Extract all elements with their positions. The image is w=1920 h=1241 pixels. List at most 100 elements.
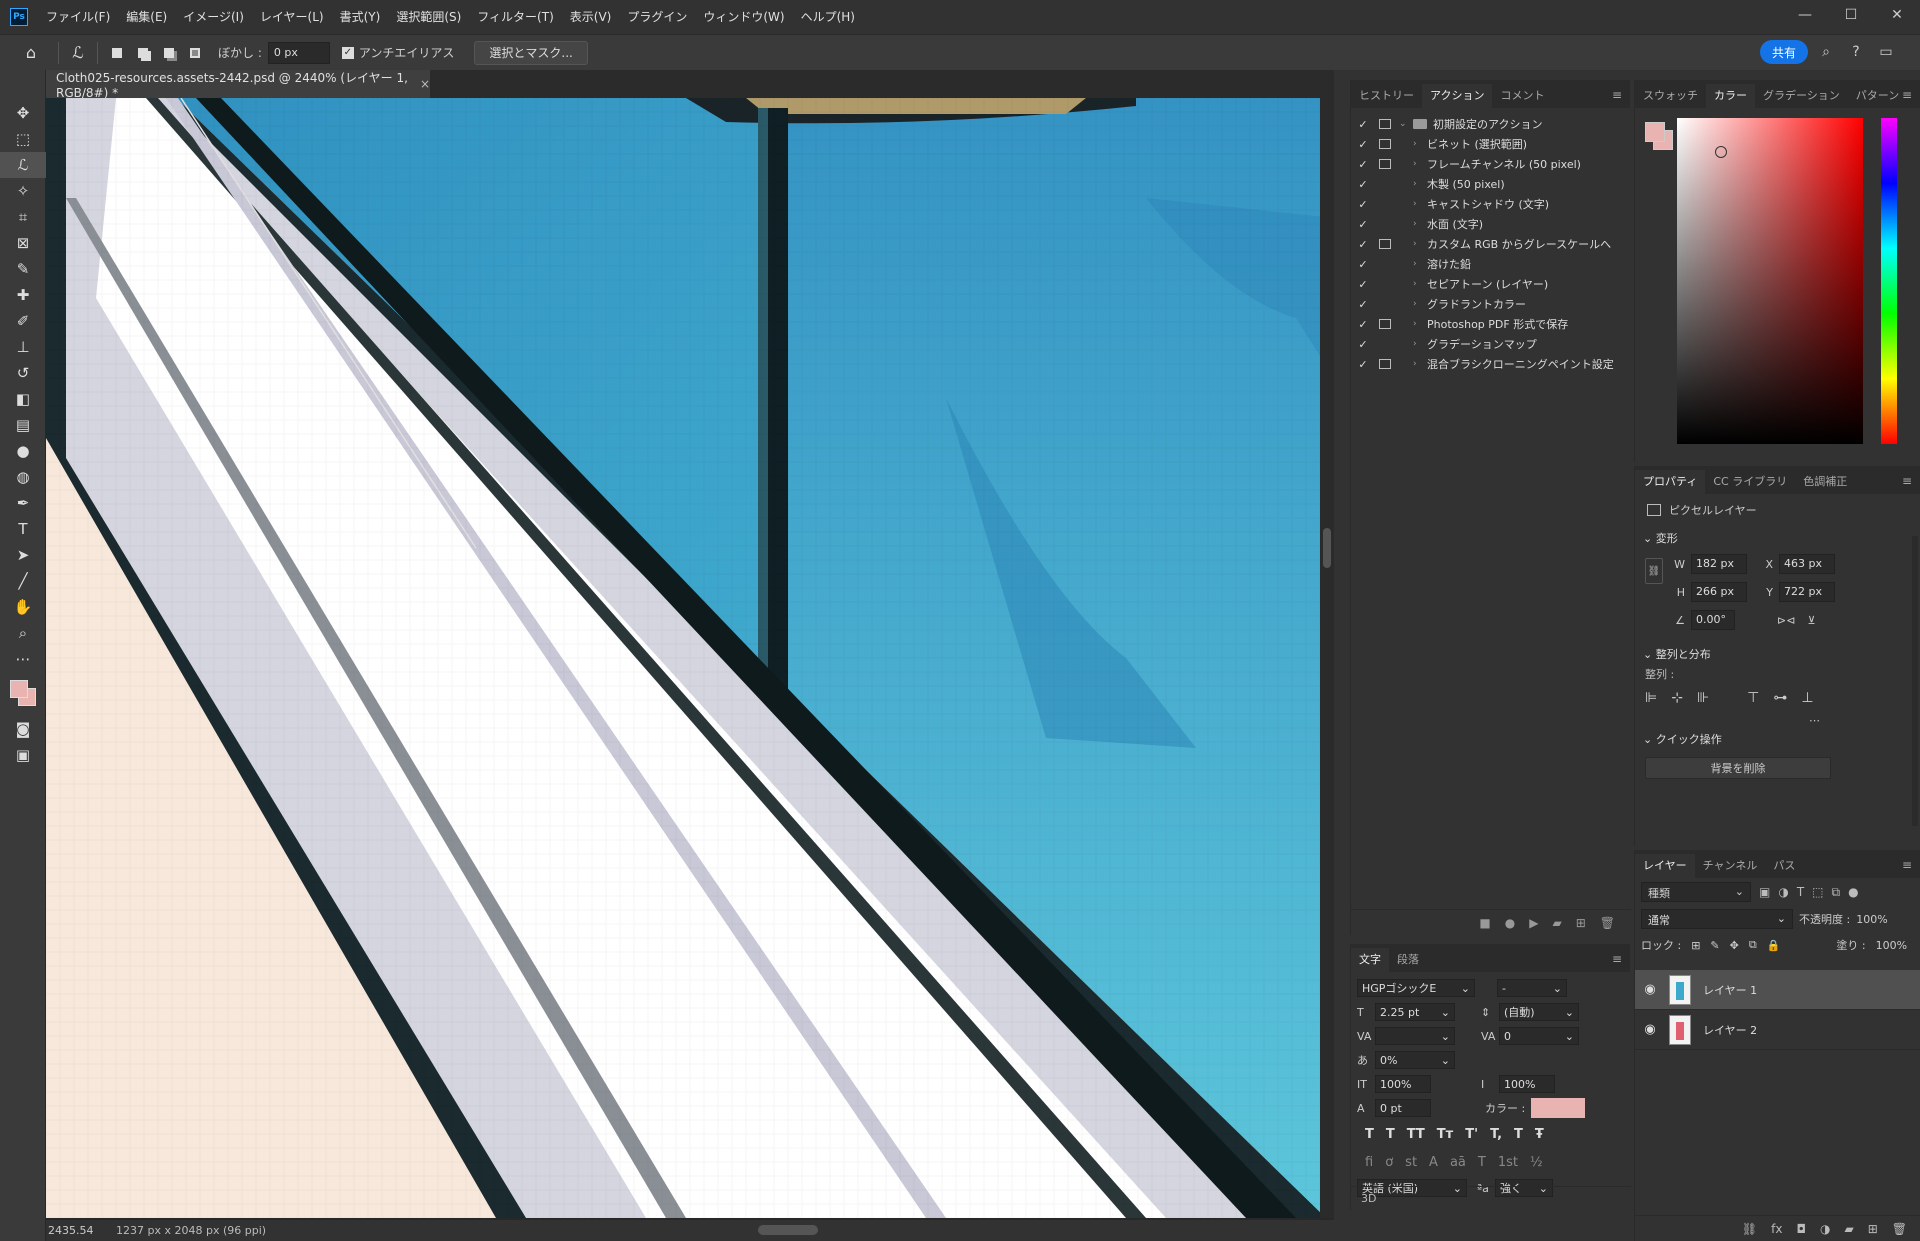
tab-history[interactable]: ヒストリー <box>1351 84 1422 108</box>
dialog-toggle-icon[interactable] <box>1379 299 1391 309</box>
menu-type[interactable]: 書式(Y) <box>332 0 389 34</box>
chevron-down-icon[interactable]: ⌄ <box>1399 119 1413 129</box>
panel-menu-icon[interactable]: ≡ <box>1902 474 1912 488</box>
dialog-toggle-icon[interactable] <box>1379 159 1391 169</box>
layer-row[interactable]: ◉ レイヤー 1 <box>1635 970 1920 1010</box>
horizontal-scrollbar[interactable] <box>758 1225 818 1235</box>
lasso-preset-icon[interactable]: ℒ <box>65 40 91 66</box>
menu-image[interactable]: イメージ(I) <box>175 0 252 34</box>
healing-brush-tool-icon[interactable]: ✚ <box>0 282 46 308</box>
action-item[interactable]: ✓ › カスタム RGB からグレースケールへ <box>1351 234 1630 254</box>
chevron-right-icon[interactable]: › <box>1413 199 1427 209</box>
panel-menu-icon[interactable]: ≡ <box>1612 88 1622 102</box>
ordinal-icon[interactable]: 1st <box>1498 1155 1518 1170</box>
clone-stamp-tool-icon[interactable]: ⊥ <box>0 334 46 360</box>
filter-toggle-icon[interactable]: ● <box>1848 885 1858 899</box>
magic-wand-tool-icon[interactable]: ✧ <box>0 178 46 204</box>
new-group-icon[interactable]: ▰ <box>1844 1222 1853 1236</box>
history-brush-tool-icon[interactable]: ↺ <box>0 360 46 386</box>
height-input[interactable]: 266 px <box>1691 582 1747 602</box>
tab-gradients[interactable]: グラデーション <box>1755 84 1848 108</box>
action-item[interactable]: ✓ › キャストシャドウ (文字) <box>1351 194 1630 214</box>
menu-edit[interactable]: 編集(E) <box>118 0 175 34</box>
properties-scrollbar[interactable] <box>1912 536 1918 826</box>
action-toggle-check-icon[interactable]: ✓ <box>1351 158 1375 171</box>
minimize-icon[interactable]: — <box>1782 0 1828 30</box>
action-toggle-check-icon[interactable]: ✓ <box>1351 178 1375 191</box>
action-toggle-check-icon[interactable]: ✓ <box>1351 138 1375 151</box>
filter-type-icon[interactable]: T <box>1797 885 1804 899</box>
play-icon[interactable]: ▶ <box>1529 916 1538 930</box>
tab-swatches[interactable]: スウォッチ <box>1635 84 1706 108</box>
menu-select[interactable]: 選択範囲(S) <box>388 0 469 34</box>
menu-window[interactable]: ウィンドウ(W) <box>695 0 792 34</box>
swash-icon[interactable]: A <box>1429 1155 1438 1170</box>
feather-input[interactable]: 0 px <box>267 41 330 64</box>
tab-comments[interactable]: コメント <box>1492 84 1552 108</box>
link-layers-icon[interactable]: ⛓ <box>1742 1222 1757 1236</box>
select-and-mask-button[interactable]: 選択とマスク... <box>474 40 588 65</box>
x-input[interactable]: 463 px <box>1779 554 1835 574</box>
fraction-icon[interactable]: ½ <box>1530 1155 1543 1170</box>
color-swatches[interactable] <box>0 672 46 716</box>
chevron-right-icon[interactable]: › <box>1413 239 1427 249</box>
font-size-input[interactable]: 2.25 pt ⌄ <box>1375 1003 1455 1021</box>
strikethrough-icon[interactable]: Ŧ <box>1535 1127 1544 1142</box>
foreground-color-swatch[interactable] <box>10 680 28 698</box>
leading-input[interactable]: (自動) ⌄ <box>1499 1003 1579 1021</box>
opacity-input[interactable]: 100% <box>1856 913 1887 926</box>
action-item[interactable]: ✓ › 溶けた鉛 <box>1351 254 1630 274</box>
close-document-icon[interactable]: × <box>420 77 430 91</box>
dialog-toggle-icon[interactable] <box>1379 179 1391 189</box>
new-action-icon[interactable]: ⊞ <box>1576 916 1586 930</box>
frame-tool-icon[interactable]: ⊠ <box>0 230 46 256</box>
align-top-icon[interactable]: ⊤ <box>1747 690 1759 706</box>
share-button[interactable]: 共有 <box>1759 40 1808 64</box>
quick-actions-section[interactable]: ⌄ クイック操作 <box>1635 727 1920 751</box>
dialog-toggle-icon[interactable] <box>1379 319 1391 329</box>
action-toggle-check-icon[interactable]: ✓ <box>1351 298 1375 311</box>
filter-smart-object-icon[interactable]: ⧉ <box>1832 885 1841 900</box>
3d-tab[interactable]: 3D <box>1351 1186 1631 1210</box>
action-toggle-check-icon[interactable]: ✓ <box>1351 238 1375 251</box>
blend-mode-select[interactable]: 通常 ⌄ <box>1641 909 1793 929</box>
layer-row[interactable]: ◉ レイヤー 2 <box>1635 1010 1920 1050</box>
home-icon[interactable]: ⌂ <box>18 40 44 66</box>
crop-tool-icon[interactable]: ⌗ <box>0 204 46 230</box>
adjustment-layer-icon[interactable]: ◑ <box>1820 1222 1830 1236</box>
layer-name[interactable]: レイヤー 1 <box>1703 982 1757 998</box>
panel-menu-icon[interactable]: ≡ <box>1612 952 1622 966</box>
menu-plugins[interactable]: プラグイン <box>619 0 695 34</box>
stylistic-icon[interactable]: T <box>1478 1155 1486 1170</box>
remove-background-button[interactable]: 背景を削除 <box>1645 757 1831 779</box>
action-toggle-check-icon[interactable]: ✓ <box>1351 198 1375 211</box>
canvas-area[interactable] <box>46 98 1334 1220</box>
pen-tool-icon[interactable]: ✒ <box>0 490 46 516</box>
action-toggle-check-icon[interactable]: ✓ <box>1351 118 1375 131</box>
align-section[interactable]: ⌄ 整列と分布 <box>1635 642 1920 666</box>
eyedropper-tool-icon[interactable]: ✎ <box>0 256 46 282</box>
tab-channels[interactable]: チャンネル <box>1695 854 1766 878</box>
screen-mode-icon[interactable]: ▣ <box>0 742 46 768</box>
titling-icon[interactable]: aā <box>1450 1155 1466 1170</box>
marquee-tool-icon[interactable]: ⬚ <box>0 126 46 152</box>
action-toggle-check-icon[interactable]: ✓ <box>1351 218 1375 231</box>
font-style-select[interactable]: - ⌄ <box>1497 979 1567 997</box>
dialog-toggle-icon[interactable] <box>1379 119 1391 129</box>
quick-mask-icon[interactable]: ◙ <box>0 716 46 742</box>
vertical-scrollbar[interactable] <box>1320 98 1334 1218</box>
action-item[interactable]: ✓ › セピアトーン (レイヤー) <box>1351 274 1630 294</box>
antialias-checkbox[interactable]: ✓ <box>341 46 354 59</box>
menu-help[interactable]: ヘルプ(H) <box>793 0 863 34</box>
filter-adjustment-icon[interactable]: ◑ <box>1778 885 1788 899</box>
menu-view[interactable]: 表示(V) <box>562 0 620 34</box>
width-input[interactable]: 182 px <box>1691 554 1747 574</box>
dialog-toggle-icon[interactable] <box>1379 259 1391 269</box>
layer-name[interactable]: レイヤー 2 <box>1703 1022 1757 1038</box>
align-left-icon[interactable]: ⊫ <box>1645 690 1657 706</box>
intersect-selection-icon[interactable] <box>184 42 206 64</box>
tab-paragraph[interactable]: 段落 <box>1389 948 1427 972</box>
chevron-right-icon[interactable]: › <box>1413 159 1427 169</box>
chevron-right-icon[interactable]: › <box>1413 139 1427 149</box>
horizontal-scale-input[interactable]: 100% <box>1499 1075 1555 1093</box>
